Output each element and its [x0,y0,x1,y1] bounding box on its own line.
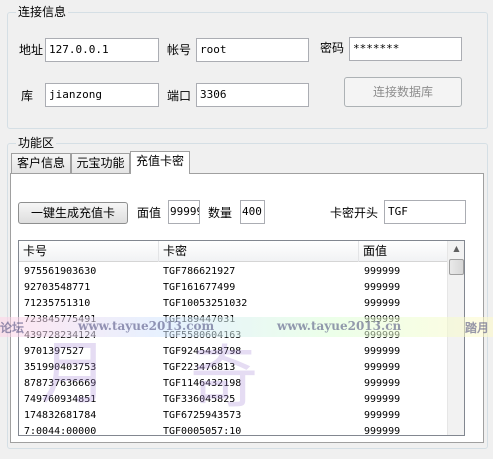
card-number-cell: 7:0044:00000 [24,426,97,436]
card-password-cell: TGF786621927 [163,266,236,277]
account-label: 帐号 [167,43,192,57]
vertical-scrollbar[interactable]: ▲ [447,241,464,435]
table-row[interactable]: 749760934851 TGF336045825 999999 [19,392,447,408]
tab-recharge-cards[interactable]: 充值卡密 [130,151,190,174]
face-value-cell: 999999 [364,362,401,373]
recharge-card-list[interactable]: 卡号 卡密 面值 975561903630 TGF786621927 99999… [18,240,465,436]
face-value-cell: 999999 [364,426,401,436]
table-row[interactable]: 174832681784 TGF6725943573 999999 [19,408,447,424]
address-label: 地址 [19,43,44,57]
column-header-card-password[interactable]: 卡密 [159,241,359,262]
connection-group-title: 连接信息 [16,5,69,19]
face-value-cell: 999999 [364,330,401,341]
address-input[interactable]: 127.0.0.1 [45,38,159,62]
card-number-cell: 749760934851 [24,394,97,405]
card-password-cell: TGF1146432198 [163,378,242,389]
face-value-cell: 999999 [364,314,401,325]
card-password-cell: TGF10053251032 [163,298,248,309]
generate-cards-button[interactable]: 一键生成充值卡 [18,202,128,224]
card-password-cell: TGF189447031 [163,314,236,325]
face-value-cell: 999999 [364,282,401,293]
card-number-cell: 723845775491 [24,314,97,325]
connection-group: 连接信息 [7,5,488,129]
face-value-cell: 999999 [364,394,401,405]
table-row[interactable]: 351990403753 TGF223476813 999999 [19,360,447,376]
password-label: 密码 [320,41,345,55]
table-row[interactable]: 7:0044:00000 TGF0005057:10 999999 [19,424,447,436]
scrollbar-thumb[interactable] [449,259,464,275]
column-header-face-value[interactable]: 面值 [359,241,447,262]
card-number-cell: 9701397527 [24,346,85,357]
connect-database-button[interactable]: 连接数据库 [344,77,462,107]
table-row[interactable]: 975561903630 TGF786621927 999999 [19,264,447,280]
card-password-cell: TGF336045825 [163,394,236,405]
column-header-card-number[interactable]: 卡号 [19,241,159,262]
table-row[interactable]: 71235751310 TGF10053251032 999999 [19,296,447,312]
card-password-cell: TGF6725943573 [163,410,242,421]
card-password-cell: TGF9245438798 [163,346,242,357]
card-number-cell: 878737636669 [24,378,97,389]
quantity-input[interactable]: 400 [240,200,265,224]
password-input[interactable]: ******* [349,37,462,61]
table-row[interactable]: 439728234124 TGF5580604163 999999 [19,328,447,344]
card-prefix-label: 卡密开头 [330,206,379,220]
face-value-cell: 999999 [364,266,401,277]
card-password-cell: TGF5580604163 [163,330,242,341]
card-password-cell: TGF0005057:10 [163,426,242,436]
table-row[interactable]: 723845775491 TGF189447031 999999 [19,312,447,328]
card-password-cell: TGF161677499 [163,282,236,293]
face-value-cell: 999999 [364,298,401,309]
card-number-cell: 439728234124 [24,330,97,341]
face-value-cell: 999999 [364,410,401,421]
scroll-up-arrow-icon[interactable]: ▲ [449,241,464,257]
port-input[interactable]: 3306 [196,83,309,107]
tab-customer-info[interactable]: 客户信息 [11,153,71,173]
tab-yuanbao-functions[interactable]: 元宝功能 [71,153,130,173]
account-input[interactable]: root [196,38,309,62]
functions-group-title: 功能区 [16,136,57,150]
card-number-cell: 92703548771 [24,282,91,293]
table-row[interactable]: 878737636669 TGF1146432198 999999 [19,376,447,392]
quantity-label: 数量 [208,206,233,220]
database-label: 库 [21,89,34,103]
face-value-cell: 999999 [364,346,401,357]
table-row[interactable]: 9701397527 TGF9245438798 999999 [19,344,447,360]
card-number-cell: 975561903630 [24,266,97,277]
port-label: 端口 [167,89,192,103]
face-value-label: 面值 [137,206,162,220]
face-value-cell: 999999 [364,378,401,389]
list-header: 卡号 卡密 面值 [19,241,447,262]
database-input[interactable]: jianzong [45,83,159,107]
table-row[interactable]: 92703548771 TGF161677499 999999 [19,280,447,296]
card-number-cell: 71235751310 [24,298,91,309]
card-number-cell: 351990403753 [24,362,97,373]
card-prefix-input[interactable]: TGF [384,200,466,224]
face-value-input[interactable]: 99999 [168,200,200,224]
card-number-cell: 174832681784 [24,410,97,421]
card-password-cell: TGF223476813 [163,362,236,373]
